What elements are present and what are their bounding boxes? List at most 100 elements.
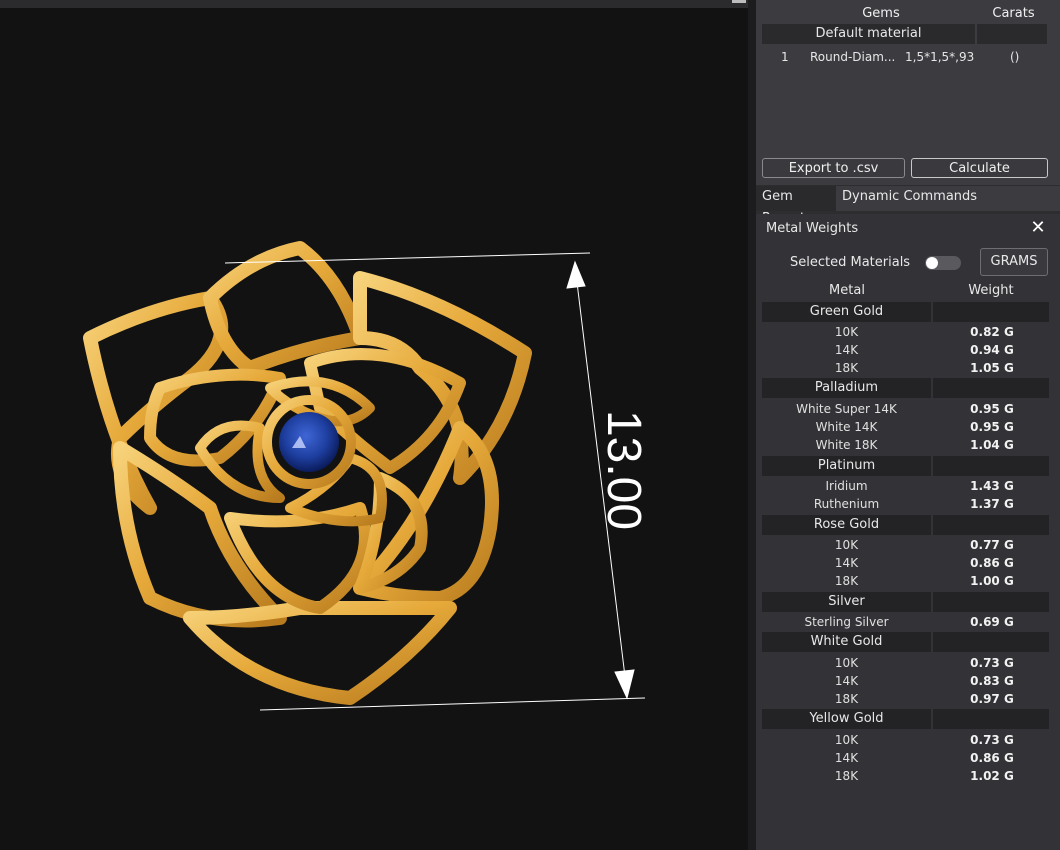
metal-row[interactable]: 14K 0.86 G	[762, 749, 1049, 767]
gem-carats: ()	[1010, 50, 1020, 64]
metal-group-white-gold: White Gold	[762, 632, 1049, 652]
metal-row[interactable]: 10K 0.73 G	[762, 654, 1049, 672]
rose-pendant	[83, 241, 532, 705]
group-label-cell	[933, 592, 1049, 612]
group-label: Rose Gold	[762, 515, 931, 535]
metal-column-header: Metal	[829, 283, 865, 298]
toggle-knob	[926, 257, 938, 269]
metal-weight: 1.00 G	[970, 574, 1014, 588]
arrow-down-icon	[614, 669, 635, 700]
metal-row[interactable]: Ruthenium 1.37 G	[762, 495, 1049, 513]
metal-weight: 0.95 G	[970, 402, 1014, 416]
selected-materials-label: Selected Materials	[790, 255, 911, 270]
metal-group-platinum: Platinum	[762, 456, 1049, 476]
metal-row[interactable]: 14K 0.94 G	[762, 341, 1049, 359]
viewport-3d[interactable]: 13.00	[0, 0, 748, 850]
metal-group-rose-gold: Rose Gold	[762, 515, 1049, 535]
gem-size: 1,5*1,5*,93	[905, 50, 975, 64]
metal-name: White 14K	[815, 420, 878, 434]
panel-tabs: Gem Report Dynamic Commands	[756, 186, 1060, 226]
metal-row[interactable]: 18K 1.00 G	[762, 572, 1049, 590]
metal-group-silver: Silver	[762, 592, 1049, 612]
metal-group-palladium: Palladium	[762, 378, 1049, 398]
metal-weight: 0.86 G	[970, 751, 1014, 765]
metal-weight: 1.04 G	[970, 438, 1014, 452]
metal-group-yellow-gold: Yellow Gold	[762, 709, 1049, 729]
group-label-cell	[933, 302, 1049, 322]
metal-name: 18K	[834, 574, 859, 588]
metal-row[interactable]: 18K 1.05 G	[762, 359, 1049, 377]
group-label: Platinum	[762, 456, 931, 476]
gem-group-row: Default material	[762, 24, 975, 44]
metal-row[interactable]: White 14K 0.95 G	[762, 418, 1049, 436]
metal-row[interactable]: White Super 14K 0.95 G	[762, 400, 1049, 418]
gem-setting[interactable]	[262, 395, 356, 489]
metal-row[interactable]: 18K 0.97 G	[762, 690, 1049, 708]
metal-name: 14K	[834, 674, 859, 688]
group-label-cell	[933, 632, 1049, 652]
group-label-cell	[933, 709, 1049, 729]
metal-weight: 1.05 G	[970, 361, 1014, 375]
metal-weight: 0.95 G	[970, 420, 1014, 434]
metal-weight: 1.02 G	[970, 769, 1014, 783]
metal-row[interactable]: 14K 0.86 G	[762, 554, 1049, 572]
weight-column-header: Weight	[968, 283, 1014, 298]
group-label: Silver	[762, 592, 931, 612]
metal-weight: 0.69 G	[970, 615, 1014, 629]
viewport-handle[interactable]	[732, 0, 746, 3]
gem-name: Round-Diam...	[810, 50, 896, 64]
tab-dynamic-commands[interactable]: Dynamic Commands	[836, 186, 1060, 211]
gem-index: 1	[781, 50, 789, 64]
metal-row[interactable]: 10K 0.73 G	[762, 731, 1049, 749]
metal-weight: 0.83 G	[970, 674, 1014, 688]
sapphire-gem[interactable]	[279, 412, 339, 472]
metal-weight: 0.73 G	[970, 733, 1014, 747]
metal-row[interactable]: White 18K 1.04 G	[762, 436, 1049, 454]
metal-name: 14K	[834, 556, 859, 570]
metal-weight: 0.73 G	[970, 656, 1014, 670]
panel-splitter[interactable]	[748, 0, 756, 850]
tab-gem-report[interactable]: Gem Report	[756, 186, 834, 226]
metal-name: White 18K	[815, 438, 878, 452]
metal-weight: 1.43 G	[970, 479, 1014, 493]
metal-row[interactable]: 10K 0.77 G	[762, 536, 1049, 554]
metal-name: 18K	[834, 692, 859, 706]
metal-name: 18K	[834, 361, 859, 375]
group-label: Yellow Gold	[762, 709, 931, 729]
metal-name: 14K	[834, 343, 859, 357]
calculate-button[interactable]: Calculate	[911, 158, 1048, 178]
close-icon[interactable]: ✕	[1028, 218, 1048, 238]
group-label: White Gold	[762, 632, 931, 652]
metal-name: 10K	[834, 656, 859, 670]
dimension-label: 13.00	[597, 409, 650, 531]
gems-column-header: Gems	[862, 6, 900, 21]
metal-weight: 0.82 G	[970, 325, 1014, 339]
metal-name: 10K	[834, 733, 859, 747]
metal-name: 18K	[834, 769, 859, 783]
metal-row[interactable]: 14K 0.83 G	[762, 672, 1049, 690]
selected-materials-toggle[interactable]	[925, 256, 961, 270]
metal-group-green-gold: Green Gold	[762, 302, 1049, 322]
export-csv-button[interactable]: Export to .csv	[762, 158, 905, 178]
metal-name: 14K	[834, 751, 859, 765]
arrow-up-icon	[566, 260, 586, 289]
metal-row[interactable]: Iridium 1.43 G	[762, 477, 1049, 495]
gem-report-panel: Gems Carats Default material 1 Round-Dia…	[756, 0, 1060, 185]
metal-weight: 1.37 G	[970, 497, 1014, 511]
units-button[interactable]: GRAMS	[980, 248, 1048, 276]
metal-row[interactable]: 10K 0.82 G	[762, 323, 1049, 341]
metal-row[interactable]: Sterling Silver 0.69 G	[762, 613, 1049, 631]
viewport-top-bar	[0, 0, 748, 8]
group-label: Palladium	[762, 378, 931, 398]
metal-weight: 0.77 G	[970, 538, 1014, 552]
metal-name: 10K	[834, 325, 859, 339]
right-panel: Gems Carats Default material 1 Round-Dia…	[756, 0, 1060, 850]
metal-name: White Super 14K	[796, 402, 897, 416]
group-label-cell	[933, 378, 1049, 398]
group-label: Green Gold	[762, 302, 931, 322]
group-label-cell	[933, 456, 1049, 476]
metal-name: Iridium	[825, 479, 868, 493]
metal-row[interactable]: 18K 1.02 G	[762, 767, 1049, 785]
metal-weights-panel: Metal Weights ✕ Selected Materials GRAMS…	[756, 214, 1060, 850]
metal-weight: 0.97 G	[970, 692, 1014, 706]
